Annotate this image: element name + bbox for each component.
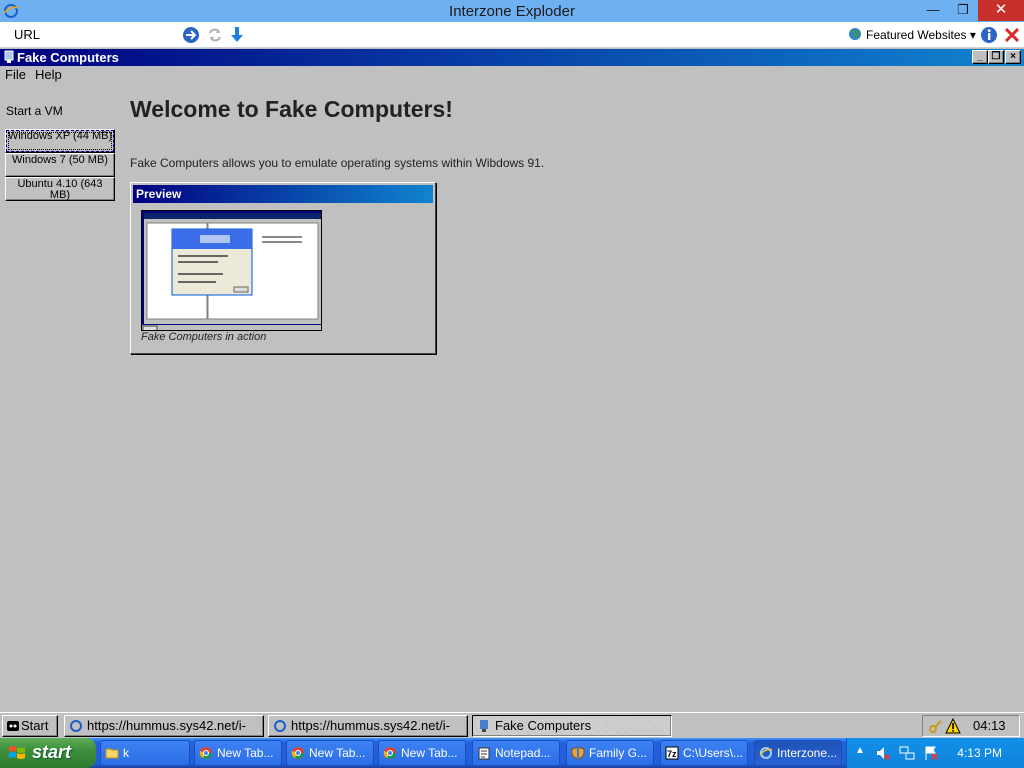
close-button[interactable]: ✕ [978,0,1024,21]
host-system-tray: ▲ 4:13 PM [846,738,1024,768]
taskbar-item-7zip[interactable]: 7z C:\Users\... [660,740,748,766]
taskbar-item-label: k [123,746,129,760]
featured-websites-label: Featured Websites ▾ [866,28,976,42]
taskbar-item-folder-k[interactable]: k [100,740,190,766]
menu-bar: File Help [0,66,1024,84]
inner-system-tray: 04:13 [922,715,1020,737]
page-title: Welcome to Fake Computers! [130,96,453,122]
taskbar-item-label: C:\Users\... [683,746,744,760]
taskbar-item-new-tab-1[interactable]: New Tab... [194,740,282,766]
taskbar-item-new-tab-2[interactable]: New Tab... [286,740,374,766]
taskbar-item-label: New Tab... [401,746,458,760]
preview-panel: Preview Fake Computers in action [130,182,436,354]
url-bar: URL Featured Websites ▾ [0,22,1024,48]
chrome-icon [291,747,304,759]
browser-titlebar: Interzone Exploder — ❐ ✕ [0,0,1024,22]
taskbar-item-label: New Tab... [217,746,274,760]
app-maximize-button[interactable]: ❐ [988,50,1004,64]
warning-icon[interactable] [945,718,961,734]
page-description: Fake Computers allows you to emulate ope… [130,156,545,170]
shield-icon [571,746,585,760]
menu-help[interactable]: Help [35,67,62,82]
preview-title: Preview [133,185,433,203]
stop-icon[interactable] [1003,26,1021,44]
inner-clock: 04:13 [973,718,1006,733]
svg-text:7z: 7z [667,749,677,759]
inner-start-button[interactable]: Start [2,715,58,737]
inner-taskbar: Start https://hummus.sys42.net/i- https:… [0,712,1024,738]
taskbar-item-notepad[interactable]: Notepad... [472,740,560,766]
fake-computers-icon [4,50,14,63]
7zip-icon: 7z [665,746,679,760]
fake-computers-icon [480,720,488,732]
browser-title: Interzone Exploder [449,3,575,20]
inner-start-label: Start [21,718,49,733]
vm-button-ubuntu[interactable]: Ubuntu 4.10 (643 MB) [5,177,115,201]
taskbar-item-label: Notepad... [495,746,551,760]
inner-task-label: https://hummus.sys42.net/i- [291,718,450,733]
inner-task-browser-2[interactable]: https://hummus.sys42.net/i- [268,715,468,737]
app-minimize-button[interactable]: _ [972,50,988,64]
preview-screenshot [141,210,322,331]
download-icon[interactable] [228,26,246,44]
app-close-button[interactable]: × [1005,50,1021,64]
minimize-button[interactable]: — [916,0,950,21]
globe-icon [849,28,861,40]
preview-caption: Fake Computers in action [141,331,267,343]
taskbar-item-new-tab-3[interactable]: New Tab... [378,740,466,766]
inner-task-fake-computers[interactable]: Fake Computers [472,715,672,737]
start-button[interactable]: start [0,738,96,768]
fake-computers-titlebar: Fake Computers _ ❐ × [0,49,1024,66]
taskbar-item-label: New Tab... [309,746,366,760]
go-forward-icon[interactable] [182,26,200,44]
volume-muted-icon[interactable] [875,745,891,761]
key-icon[interactable] [929,719,943,733]
browser-icon [70,720,82,732]
taskbar-item-interzone[interactable]: Interzone... [754,740,842,766]
show-hidden-icons-icon[interactable]: ▲ [855,745,865,756]
info-icon[interactable] [980,26,998,44]
flag-alert-icon[interactable] [923,745,939,761]
vm-button-windows-xp[interactable]: Windows XP (44 MB) [5,129,115,153]
vm-button-windows-7[interactable]: Windows 7 (50 MB) [5,153,115,177]
chrome-icon [383,747,396,759]
taskbar-item-label: Interzone... [777,746,838,760]
start-label: start [32,742,72,762]
chrome-icon [199,747,212,759]
menu-file[interactable]: File [5,67,26,82]
wibdows-logo-icon [7,721,19,731]
inner-task-browser-1[interactable]: https://hummus.sys42.net/i- [64,715,264,737]
featured-websites-menu[interactable]: Featured Websites ▾ [848,27,976,42]
inner-task-label: Fake Computers [495,718,592,733]
sidebar-heading: Start a VM [6,104,63,118]
host-clock: 4:13 PM [957,746,1002,760]
network-icon[interactable] [899,745,915,761]
taskbar-item-family-g[interactable]: Family G... [566,740,654,766]
folder-icon [105,748,119,759]
taskbar-item-label: Family G... [589,746,648,760]
url-input[interactable]: URL [14,27,40,42]
notepad-icon [478,747,490,760]
windows-flag-icon [9,746,25,759]
refresh-icon[interactable] [206,26,224,44]
interzone-exploder-icon [759,747,773,759]
host-taskbar: start k New Tab... New Tab... New Tab...… [0,738,1024,768]
preview-screenshot-image [142,211,321,330]
app-title: Fake Computers [17,50,119,65]
restore-button[interactable]: ❐ [946,0,980,21]
browser-icon [274,720,286,732]
inner-task-label: https://hummus.sys42.net/i- [87,718,246,733]
